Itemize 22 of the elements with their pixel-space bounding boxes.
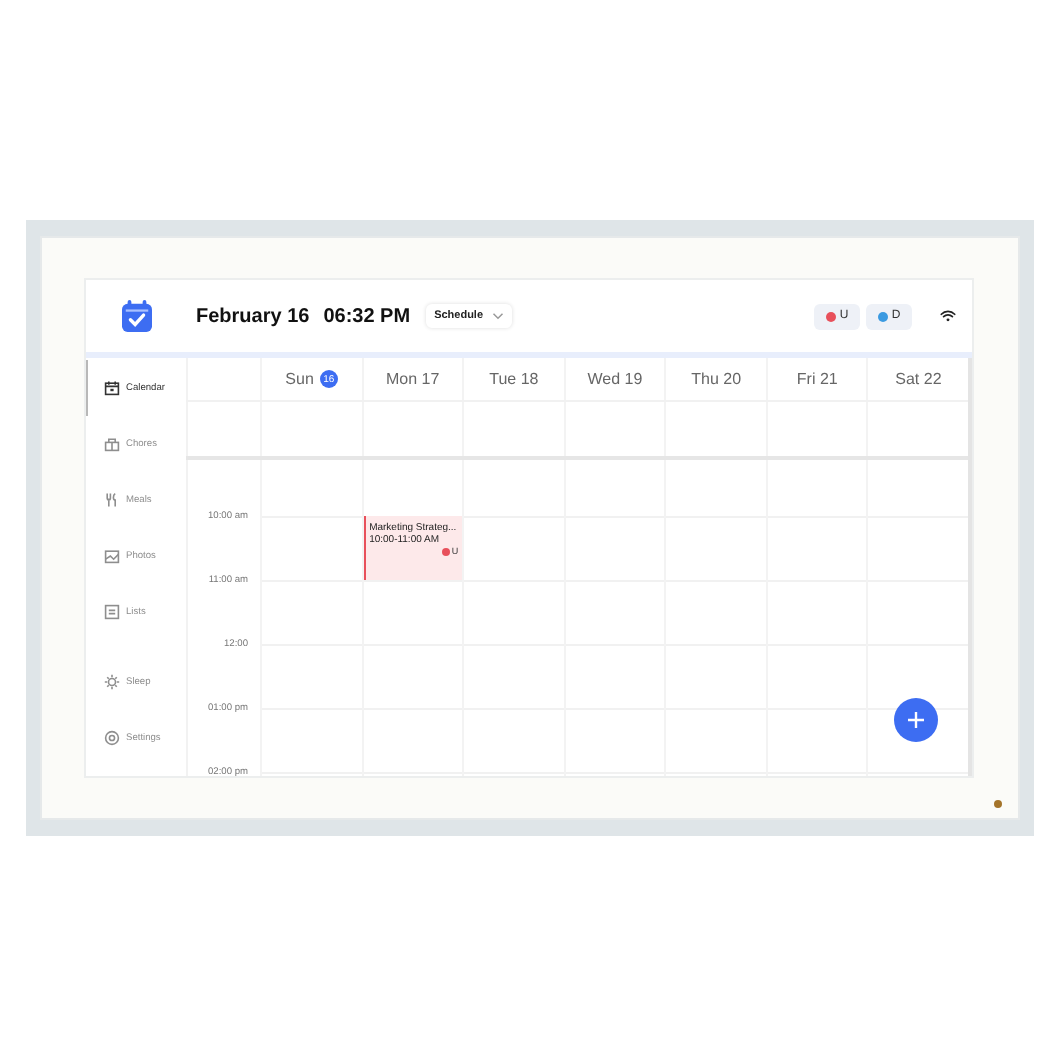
calendar-logo-icon (121, 300, 151, 332)
day-name: Thu 20 (691, 370, 742, 388)
settings-icon[interactable] (104, 730, 120, 746)
day-name: Wed 19 (587, 370, 643, 388)
caret-icon (491, 312, 504, 320)
plus-icon (906, 710, 926, 730)
photo-icon[interactable] (104, 548, 120, 564)
camera-lens (994, 800, 1002, 808)
header-time: 06:32 PM (323, 305, 411, 327)
add-button[interactable] (894, 698, 938, 742)
calendar-icon[interactable] (104, 380, 120, 396)
fork-knife-icon[interactable] (104, 492, 120, 508)
day-name: Fri 21 (796, 370, 838, 388)
sun-icon[interactable] (104, 674, 120, 690)
basket-icon[interactable] (104, 436, 120, 452)
day-name: Sun (285, 370, 314, 388)
wifi-icon (940, 310, 956, 322)
list-icon[interactable] (104, 604, 120, 620)
header-date: February 16 (196, 305, 310, 327)
day-name: Tue 18 (489, 370, 539, 388)
day-name: Mon 17 (386, 370, 440, 388)
day-name: Sat 22 (895, 370, 942, 388)
